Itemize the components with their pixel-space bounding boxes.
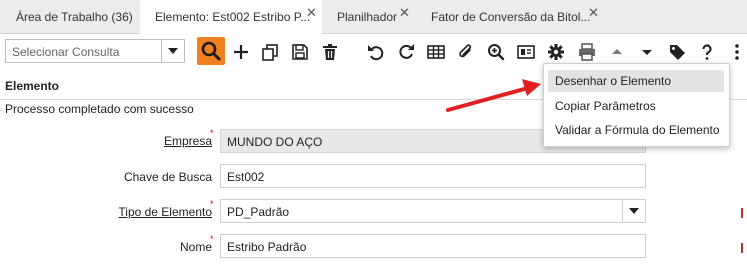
nome-value: Estribo Padrão [227, 240, 307, 254]
empresa-value: MUNDO DO AÇO [227, 135, 323, 149]
close-icon[interactable]: ✕ [399, 6, 410, 19]
grid-icon[interactable] [426, 42, 446, 62]
close-icon[interactable]: ✕ [588, 6, 599, 19]
tab-planilhador[interactable]: Planilhador ✕ [322, 0, 416, 33]
menu-item-desenhar-elemento[interactable]: Desenhar o Elemento [548, 70, 724, 92]
tipo-de-elemento-value: PD_Padrão [227, 205, 290, 219]
required-mark: * [210, 199, 214, 209]
attachment-icon[interactable] [456, 42, 476, 62]
nome-field[interactable]: Estribo Padrão [220, 234, 646, 258]
save-icon[interactable] [290, 42, 310, 62]
search-icon [201, 41, 221, 61]
help-icon[interactable] [697, 42, 717, 62]
tab-bar: Área de Trabalho (36) Elemento: Est002 E… [0, 0, 747, 34]
tab-label: Área de Trabalho (36) [16, 10, 133, 24]
gear-icon[interactable] [546, 42, 566, 62]
required-mark: * [210, 234, 214, 244]
arrow-up-icon[interactable] [607, 42, 627, 62]
trash-icon[interactable] [320, 42, 340, 62]
tag-icon[interactable] [667, 42, 687, 62]
plus-icon[interactable] [231, 42, 251, 62]
print-icon[interactable] [577, 42, 597, 62]
close-icon[interactable]: ✕ [306, 6, 317, 19]
section-title: Elemento [5, 79, 60, 93]
tab-label: Planilhador [337, 10, 398, 24]
tab-area-de-trabalho[interactable]: Área de Trabalho (36) [0, 0, 140, 33]
menu-item-label: Desenhar o Elemento [555, 74, 672, 88]
zoom-icon[interactable] [486, 42, 506, 62]
chevron-down-icon[interactable] [161, 40, 184, 62]
search-button[interactable] [197, 37, 225, 65]
status-message: Processo completado com sucesso [5, 102, 194, 116]
copy-icon[interactable] [260, 42, 280, 62]
menu-item-validar-formula[interactable]: Validar a Fórmula do Elemento [548, 119, 724, 141]
tab-elemento[interactable]: Elemento: Est002 Estribo P... ✕ [140, 0, 322, 34]
field-label-chave-de-busca: Chave de Busca [123, 170, 212, 184]
side-marker [741, 208, 743, 218]
field-label-nome: Nome [179, 240, 212, 254]
tab-label: Fator de Conversão da Bitol... [431, 10, 591, 24]
refresh-icon[interactable] [396, 42, 416, 62]
chave-de-busca-value: Est002 [227, 170, 265, 184]
field-label-empresa[interactable]: Empresa [164, 134, 212, 148]
menu-item-label: Validar a Fórmula do Elemento [555, 123, 720, 137]
field-label-tipo-de-elemento[interactable]: Tipo de Elemento [118, 205, 212, 219]
query-select[interactable]: Selecionar Consulta [5, 39, 185, 63]
chave-de-busca-field[interactable]: Est002 [220, 164, 646, 188]
more-icon[interactable] [727, 42, 747, 62]
menu-item-label: Copiar Parâmetros [555, 99, 656, 113]
required-mark: * [210, 128, 214, 138]
tab-label: Elemento: Est002 Estribo P... [155, 10, 311, 24]
undo-icon[interactable] [366, 42, 386, 62]
side-marker [741, 243, 743, 253]
tab-fator-conversao[interactable]: Fator de Conversão da Bitol... ✕ [416, 0, 606, 33]
tipo-de-elemento-select[interactable]: PD_Padrão [220, 199, 646, 223]
arrow-down-icon[interactable] [637, 42, 657, 62]
report-icon[interactable] [516, 42, 536, 62]
query-select-placeholder: Selecionar Consulta [12, 45, 120, 59]
menu-item-copiar-parametros[interactable]: Copiar Parâmetros [548, 95, 724, 117]
process-menu: Desenhar o Elemento Copiar Parâmetros Va… [543, 63, 730, 147]
chevron-down-icon[interactable] [622, 200, 645, 222]
